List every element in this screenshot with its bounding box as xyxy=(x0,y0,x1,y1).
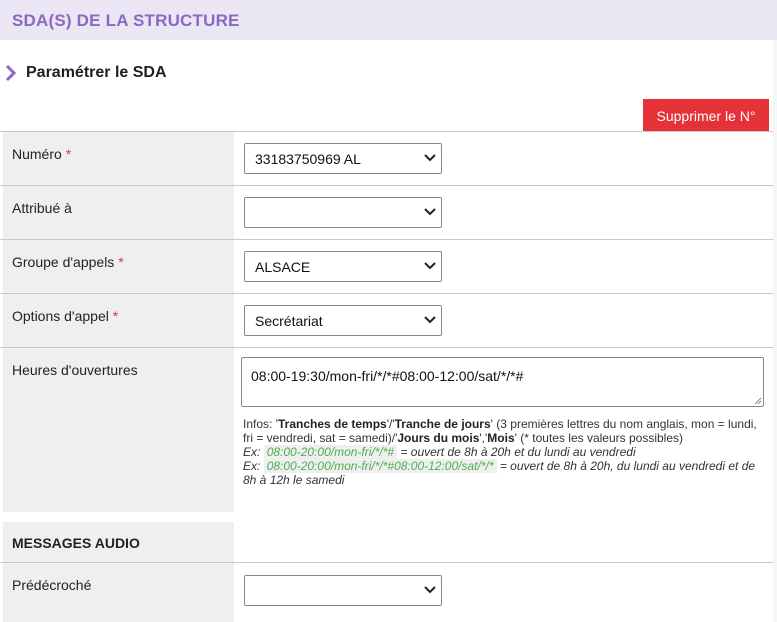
predecroche-row: Prédécroché xyxy=(3,563,773,622)
numero-select[interactable]: 33183750969 AL xyxy=(244,143,442,174)
resize-grip-icon[interactable] xyxy=(754,397,762,405)
predecroche-label-cell: Prédécroché xyxy=(3,563,234,622)
heures-label: Heures d'ouvertures xyxy=(12,362,138,378)
groupe-label: Groupe d'appels * xyxy=(12,254,124,270)
page-title: SDA(S) DE LA STRUCTURE xyxy=(12,11,240,30)
attribue-label-cell: Attribué à xyxy=(3,186,234,239)
groupe-select[interactable]: ALSACE xyxy=(244,251,442,282)
required-mark: * xyxy=(118,254,124,270)
opening-hours-textarea[interactable]: 08:00-19:30/mon-fri/*/*#08:00-12:00/sat/… xyxy=(241,357,764,407)
required-mark: * xyxy=(65,146,72,162)
chevron-right-icon xyxy=(5,64,17,82)
groupe-label-cell: Groupe d'appels * xyxy=(3,240,234,293)
options-select[interactable]: Secrétariat xyxy=(244,305,442,336)
audio-messages-title: MESSAGES AUDIO xyxy=(12,535,140,551)
heures-label-cell: Heures d'ouvertures xyxy=(3,348,234,512)
chevron-down-icon xyxy=(424,316,436,324)
help-example-2-code: 08:00-20:00/mon-fri/*/*#08:00-12:00/sat/… xyxy=(263,459,497,473)
chevron-down-icon xyxy=(424,262,436,270)
opening-hours-help: Infos: 'Tranches de temps'/'Tranche de j… xyxy=(243,417,768,487)
numero-row: Numéro * 33183750969 AL xyxy=(3,132,773,185)
attribue-row: Attribué à xyxy=(3,186,773,239)
page-header: SDA(S) DE LA STRUCTURE xyxy=(0,0,777,40)
attribue-label: Attribué à xyxy=(12,200,72,216)
options-label: Options d'appel * xyxy=(12,308,119,324)
options-label-cell: Options d'appel * xyxy=(3,294,234,347)
predecroche-label: Prédécroché xyxy=(12,577,92,593)
numero-select-value: 33183750969 AL xyxy=(255,151,361,167)
help-example-2: Ex: 08:00-20:00/mon-fri/*/*#08:00-12:00/… xyxy=(243,459,756,487)
groupe-row: Groupe d'appels * ALSACE xyxy=(3,240,773,293)
scrollbar[interactable] xyxy=(773,40,777,622)
chevron-down-icon xyxy=(424,154,436,162)
predecroche-select[interactable] xyxy=(244,575,442,606)
options-row: Options d'appel * Secrétariat xyxy=(3,294,773,347)
required-mark: * xyxy=(112,308,119,324)
opening-hours-value: 08:00-19:30/mon-fri/*/*#08:00-12:00/sat/… xyxy=(251,368,524,384)
delete-number-button[interactable]: Supprimer le N° xyxy=(643,99,769,132)
attribue-select[interactable] xyxy=(244,197,442,228)
audio-messages-section: MESSAGES AUDIO xyxy=(3,522,234,562)
numero-label-cell: Numéro * xyxy=(3,132,234,185)
help-description: Infos: 'Tranches de temps'/'Tranche de j… xyxy=(243,417,757,445)
numero-label: Numéro * xyxy=(12,146,72,162)
section-title: Paramétrer le SDA xyxy=(26,64,167,81)
help-example-1: Ex: 08:00-20:00/mon-fri/*/*# = ouvert de… xyxy=(243,445,636,459)
chevron-down-icon xyxy=(424,586,436,594)
options-select-value: Secrétariat xyxy=(255,313,323,329)
help-example-1-code: 08:00-20:00/mon-fri/*/*# xyxy=(263,445,398,459)
groupe-select-value: ALSACE xyxy=(255,259,311,275)
chevron-down-icon xyxy=(424,208,436,216)
